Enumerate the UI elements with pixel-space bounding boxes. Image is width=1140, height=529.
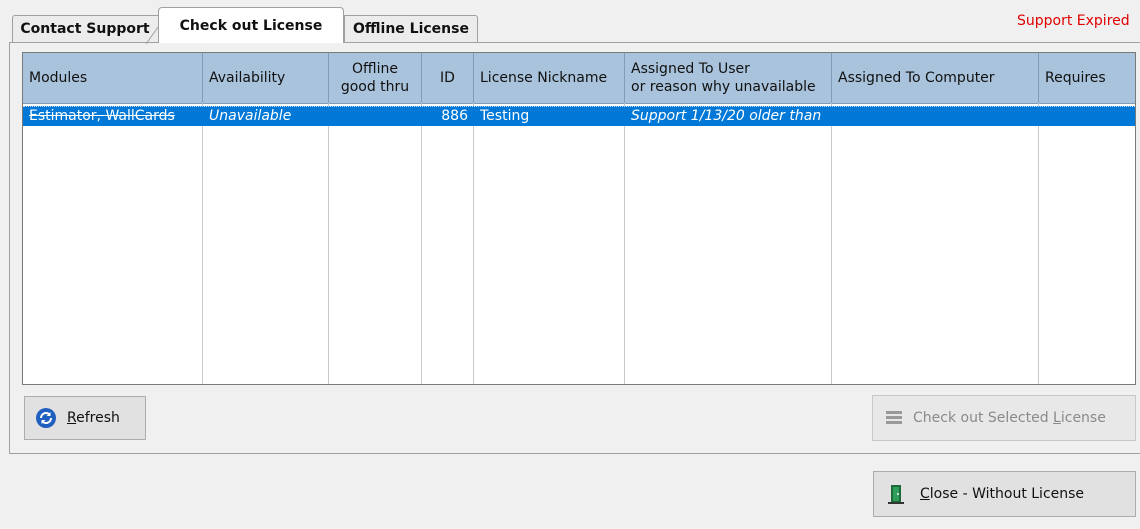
refresh-icon: [36, 408, 56, 428]
column-header-assigned-user[interactable]: Assigned To User or reason why unavailab…: [625, 53, 832, 103]
column-header-requires[interactable]: Requires: [1039, 53, 1135, 103]
column-header-id[interactable]: ID: [422, 53, 474, 103]
tab-label: Contact Support: [20, 21, 150, 37]
header-label: Assigned To Computer: [838, 70, 995, 86]
label-post: icense: [1060, 410, 1106, 426]
cell-nickname: Testing: [480, 108, 530, 124]
refresh-button-label: Refresh: [67, 410, 120, 426]
cell-availability: Unavailable: [209, 108, 292, 124]
tab-offline-license[interactable]: Offline License: [344, 15, 478, 42]
header-label: ID: [440, 70, 455, 86]
column-header-assigned-computer[interactable]: Assigned To Computer: [832, 53, 1039, 103]
header-label: Assigned To User or reason why unavailab…: [631, 61, 816, 95]
header-label: Modules: [29, 70, 88, 86]
tab-label: Check out License: [179, 17, 323, 34]
close-button-label: Close - Without License: [920, 486, 1084, 502]
check-out-button-label: Check out Selected License: [913, 410, 1106, 426]
column-divider: [328, 103, 329, 384]
cell-requires: [1039, 107, 1135, 126]
column-divider: [624, 103, 625, 384]
mnemonic-char: R: [67, 410, 77, 426]
column-divider: [1038, 103, 1039, 384]
license-grid[interactable]: Modules Availability Offline good thru I…: [22, 52, 1136, 385]
header-label: License Nickname: [480, 70, 608, 86]
cell-offline-good-thru: [329, 107, 422, 126]
exit-door-icon: [888, 485, 904, 504]
cell-id: 886: [441, 108, 468, 124]
mnemonic-char: L: [1053, 410, 1061, 426]
mnemonic-char: C: [920, 486, 930, 502]
refresh-button[interactable]: Refresh: [24, 396, 146, 440]
column-header-offline-good-thru[interactable]: Offline good thru: [329, 53, 422, 103]
table-row[interactable]: Estimator, WallCards Unavailable 886 Tes…: [23, 106, 1135, 126]
grid-header: Modules Availability Offline good thru I…: [23, 53, 1135, 104]
cell-modules: Estimator, WallCards: [29, 108, 175, 124]
tab-label: Offline License: [353, 21, 469, 37]
column-header-modules[interactable]: Modules: [23, 53, 203, 103]
check-out-selected-license-button[interactable]: Check out Selected License: [872, 395, 1136, 441]
column-divider: [473, 103, 474, 384]
support-status-text: Support Expired: [1017, 13, 1130, 29]
column-header-availability[interactable]: Availability: [203, 53, 329, 103]
cell-assigned-user: Support 1/13/20 older than: [631, 108, 822, 124]
cell-assigned-computer: [832, 107, 1039, 126]
header-label: Requires: [1045, 70, 1106, 86]
header-label: Availability: [209, 70, 286, 86]
column-header-license-nickname[interactable]: License Nickname: [474, 53, 625, 103]
close-without-license-button[interactable]: Close - Without License: [873, 471, 1136, 517]
label-rest: efresh: [76, 410, 120, 426]
tab-check-out-license[interactable]: Check out License: [158, 7, 344, 43]
label-pre: Check out Selected: [913, 410, 1054, 426]
column-divider: [421, 103, 422, 384]
label-post: lose - Without License: [929, 486, 1085, 502]
column-divider: [202, 103, 203, 384]
license-stack-icon: [886, 411, 902, 424]
header-label: Offline good thru: [340, 61, 410, 95]
column-divider: [831, 103, 832, 384]
